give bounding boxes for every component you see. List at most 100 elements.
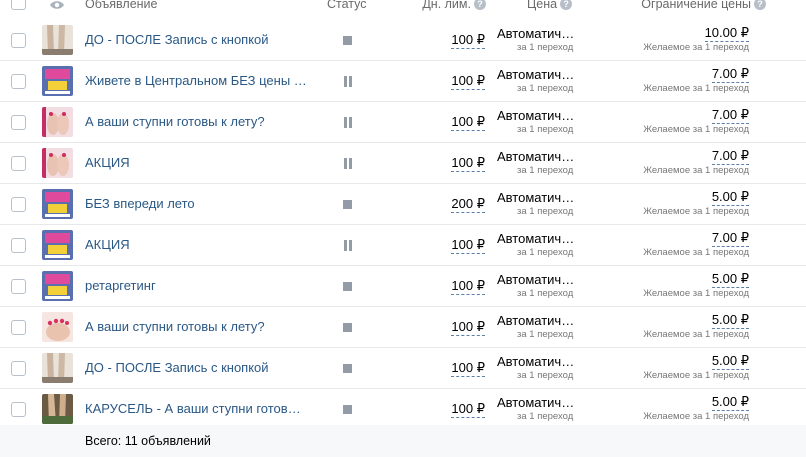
help-icon[interactable]: ? xyxy=(560,0,573,10)
row-checkbox[interactable] xyxy=(11,402,26,417)
row-checkbox[interactable] xyxy=(11,197,26,212)
row-checkbox[interactable] xyxy=(11,238,26,253)
help-icon[interactable]: ? xyxy=(474,0,486,10)
ad-thumbnail[interactable] xyxy=(42,312,73,342)
price-cap-value[interactable]: 7.00 ₽ xyxy=(711,230,749,247)
price-unit: за 1 переход xyxy=(517,370,574,381)
ad-thumbnail[interactable] xyxy=(42,353,73,383)
ad-thumbnail[interactable] xyxy=(42,271,73,301)
column-price-cap[interactable]: Ограничение цены? xyxy=(641,0,766,11)
price-cap-value[interactable]: 10.00 ₽ xyxy=(704,25,749,42)
table-row[interactable]: А ваши ступни готовы к лету? 100 ₽ Автом… xyxy=(0,102,806,143)
price-mode[interactable]: Автоматич… xyxy=(497,231,574,246)
daily-limit-value[interactable]: 100 ₽ xyxy=(451,278,485,295)
row-checkbox[interactable] xyxy=(11,320,26,335)
price-cap-note: Желаемое за 1 переход xyxy=(643,124,749,135)
stop-icon[interactable] xyxy=(343,200,352,209)
ad-title-link[interactable]: КАРУСЕЛЬ - А ваши ступни готовы ... xyxy=(85,401,310,416)
daily-limit-value[interactable]: 200 ₽ xyxy=(451,196,485,213)
stop-icon[interactable] xyxy=(343,364,352,373)
daily-limit-value[interactable]: 100 ₽ xyxy=(451,155,485,172)
price-cap-note: Желаемое за 1 переход xyxy=(643,288,749,299)
table-row[interactable]: ДО - ПОСЛЕ Запись с кнопкой 100 ₽ Автома… xyxy=(0,20,806,61)
ad-thumbnail[interactable] xyxy=(42,230,73,260)
price-mode[interactable]: Автоматич… xyxy=(497,354,574,369)
select-all-checkbox[interactable] xyxy=(11,0,26,10)
price-mode[interactable]: Автоматич… xyxy=(497,108,574,123)
stop-icon[interactable] xyxy=(343,323,352,332)
stop-icon[interactable] xyxy=(343,405,352,414)
price-unit: за 1 переход xyxy=(517,247,574,258)
price-cap-note: Желаемое за 1 переход xyxy=(643,165,749,176)
column-ad[interactable]: Объявление xyxy=(85,0,158,11)
column-daily-limit[interactable]: Дн. лим.? xyxy=(422,0,486,11)
daily-limit-value[interactable]: 100 ₽ xyxy=(451,319,485,336)
ad-title-link[interactable]: Живете в Центральном БЕЗ цены з... xyxy=(85,73,310,88)
ad-title-link[interactable]: ретаргетинг xyxy=(85,278,310,293)
price-cap-value[interactable]: 5.00 ₽ xyxy=(711,189,749,206)
row-checkbox[interactable] xyxy=(11,279,26,294)
pause-icon[interactable] xyxy=(343,240,353,251)
stop-icon[interactable] xyxy=(343,36,352,45)
price-unit: за 1 переход xyxy=(517,124,574,135)
daily-limit-value[interactable]: 100 ₽ xyxy=(451,32,485,49)
ad-title-link[interactable]: ДО - ПОСЛЕ Запись с кнопкой xyxy=(85,32,310,47)
price-mode[interactable]: Автоматич… xyxy=(497,26,574,41)
pause-icon[interactable] xyxy=(343,158,353,169)
column-status[interactable]: Статус xyxy=(327,0,367,11)
help-icon[interactable]: ? xyxy=(754,0,766,10)
row-checkbox[interactable] xyxy=(11,74,26,89)
ad-title-link[interactable]: А ваши ступни готовы к лету? xyxy=(85,319,310,334)
table-row[interactable]: КАРУСЕЛЬ - А ваши ступни готовы ... 100 … xyxy=(0,389,806,430)
price-mode[interactable]: Автоматич… xyxy=(497,272,574,287)
daily-limit-value[interactable]: 100 ₽ xyxy=(451,114,485,131)
price-mode[interactable]: Автоматич… xyxy=(497,67,574,82)
price-cap-value[interactable]: 5.00 ₽ xyxy=(711,312,749,329)
row-checkbox[interactable] xyxy=(11,115,26,130)
daily-limit-value[interactable]: 100 ₽ xyxy=(451,237,485,254)
price-cap-value[interactable]: 5.00 ₽ xyxy=(711,271,749,288)
ad-thumbnail[interactable] xyxy=(42,25,73,55)
ad-title-link[interactable]: ДО - ПОСЛЕ Запись с кнопкой xyxy=(85,360,310,375)
daily-limit-label: Дн. лим. xyxy=(422,0,471,11)
ad-thumbnail[interactable] xyxy=(42,394,73,424)
price-cap-note: Желаемое за 1 переход xyxy=(643,411,749,422)
price-cap-note: Желаемое за 1 переход xyxy=(643,83,749,94)
eye-icon[interactable] xyxy=(49,0,65,9)
daily-limit-value[interactable]: 100 ₽ xyxy=(451,73,485,90)
ad-title-link[interactable]: БЕЗ впереди лето xyxy=(85,196,310,211)
ad-thumbnail[interactable] xyxy=(42,66,73,96)
ad-title-link[interactable]: А ваши ступни готовы к лету? xyxy=(85,114,310,129)
row-checkbox[interactable] xyxy=(11,361,26,376)
row-checkbox[interactable] xyxy=(11,33,26,48)
stop-icon[interactable] xyxy=(343,282,352,291)
column-price[interactable]: Цена? xyxy=(527,0,573,11)
ad-title-link[interactable]: АКЦИЯ xyxy=(85,155,310,170)
pause-icon[interactable] xyxy=(343,117,353,128)
price-cap-value[interactable]: 7.00 ₽ xyxy=(711,148,749,165)
table-row[interactable]: АКЦИЯ 100 ₽ Автоматич… за 1 переход 7.00… xyxy=(0,225,806,266)
price-mode[interactable]: Автоматич… xyxy=(497,149,574,164)
price-cap-value[interactable]: 5.00 ₽ xyxy=(711,394,749,411)
ad-thumbnail[interactable] xyxy=(42,189,73,219)
price-cap-value[interactable]: 7.00 ₽ xyxy=(711,66,749,83)
table-row[interactable]: ретаргетинг 100 ₽ Автоматич… за 1 перехо… xyxy=(0,266,806,307)
price-cap-label: Ограничение цены xyxy=(641,0,751,11)
daily-limit-value[interactable]: 100 ₽ xyxy=(451,401,485,418)
price-cap-value[interactable]: 5.00 ₽ xyxy=(711,353,749,370)
daily-limit-value[interactable]: 100 ₽ xyxy=(451,360,485,377)
price-mode[interactable]: Автоматич… xyxy=(497,313,574,328)
ad-title-link[interactable]: АКЦИЯ xyxy=(85,237,310,252)
price-mode[interactable]: Автоматич… xyxy=(497,190,574,205)
ad-thumbnail[interactable] xyxy=(42,148,73,178)
table-row[interactable]: АКЦИЯ 100 ₽ Автоматич… за 1 переход 7.00… xyxy=(0,143,806,184)
table-row[interactable]: А ваши ступни готовы к лету? 100 ₽ Автом… xyxy=(0,307,806,348)
table-row[interactable]: ДО - ПОСЛЕ Запись с кнопкой 100 ₽ Автома… xyxy=(0,348,806,389)
price-mode[interactable]: Автоматич… xyxy=(497,395,574,410)
price-cap-value[interactable]: 7.00 ₽ xyxy=(711,107,749,124)
ad-thumbnail[interactable] xyxy=(42,107,73,137)
pause-icon[interactable] xyxy=(343,76,353,87)
table-row[interactable]: Живете в Центральном БЕЗ цены з... 100 ₽… xyxy=(0,61,806,102)
row-checkbox[interactable] xyxy=(11,156,26,171)
table-row[interactable]: БЕЗ впереди лето 200 ₽ Автоматич… за 1 п… xyxy=(0,184,806,225)
